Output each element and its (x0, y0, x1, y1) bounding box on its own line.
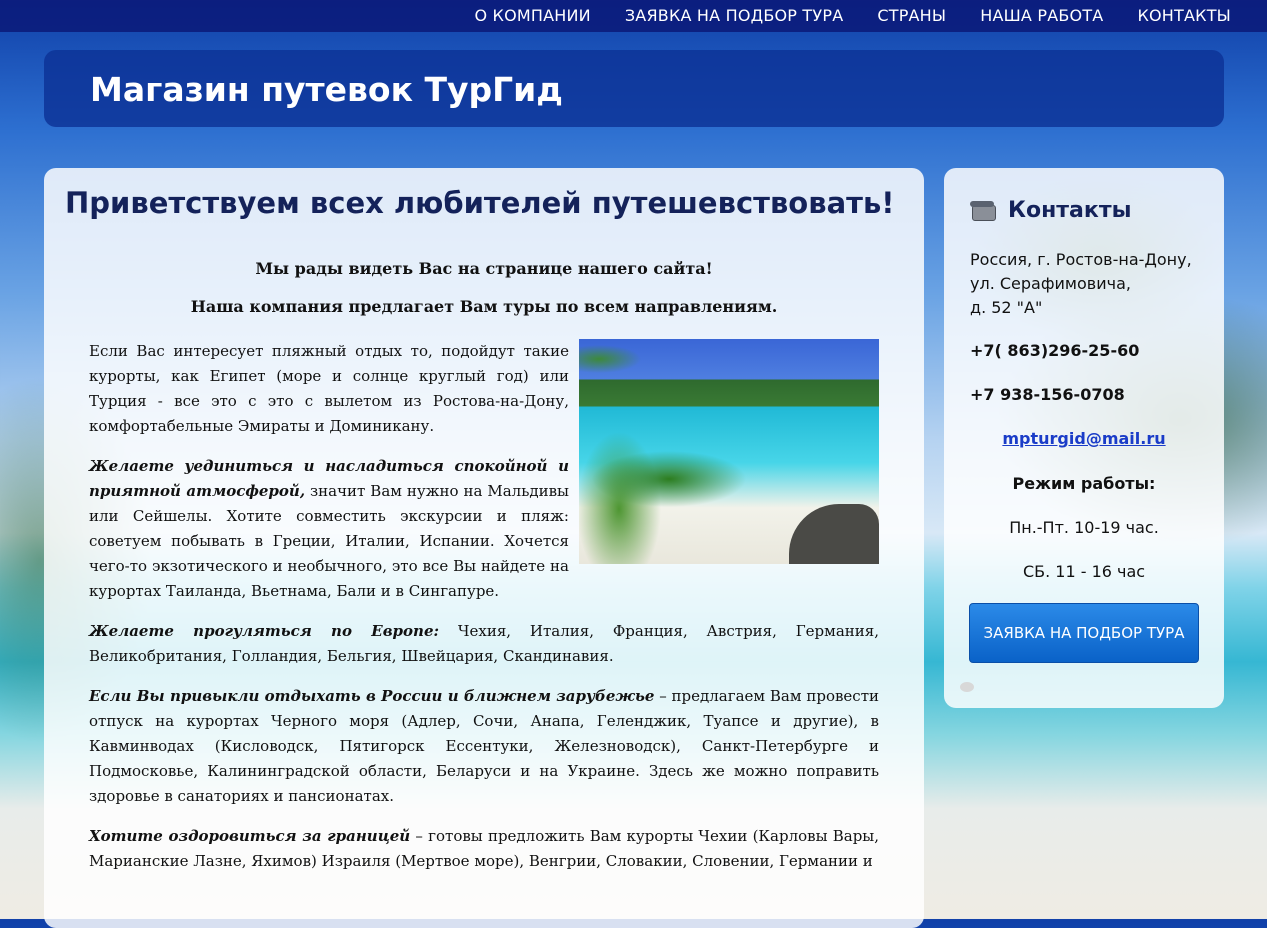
emphasis-text: Желаете прогуляться по Европе: (89, 622, 440, 640)
nav-item: СТРАНЫ (877, 0, 946, 32)
sidebar-title: Контакты (970, 198, 1131, 223)
address-line: д. 52 "А" (970, 298, 1043, 317)
nav-link-countries[interactable]: СТРАНЫ (877, 0, 946, 32)
top-navigation: О КОМПАНИИ ЗАЯВКА НА ПОДБОР ТУРА СТРАНЫ … (0, 0, 1267, 32)
decorative-dot (960, 682, 974, 692)
email-container: mpturgid@mail.ru (944, 429, 1224, 448)
main-content: Приветствуем всех любителей путешевствов… (44, 168, 924, 928)
paragraph-health: Хотите оздоровиться за границей – готовы… (89, 824, 879, 874)
address-line: ул. Серафимовича, (970, 274, 1131, 293)
nav-link-contacts[interactable]: КОНТАКТЫ (1137, 0, 1231, 32)
email-link[interactable]: mpturgid@mail.ru (1002, 429, 1165, 448)
nav-link-our-work[interactable]: НАША РАБОТА (980, 0, 1103, 32)
phone-number-1: +7( 863)296-25-60 (970, 341, 1140, 360)
rock-decoration (789, 504, 879, 564)
working-hours-title: Режим работы: (1012, 474, 1156, 493)
emphasis-text: Если Вы привыкли отдыхать в России и бли… (89, 687, 655, 705)
nav-link-about[interactable]: О КОМПАНИИ (474, 0, 590, 32)
site-header: Магазин путевок ТурГид (44, 50, 1224, 127)
sidebar-title-text: Контакты (1008, 198, 1132, 223)
working-hours-saturday: СБ. 11 - 16 час (1022, 562, 1146, 581)
article-body: Мы рады видеть Вас на странице нашего са… (89, 256, 879, 889)
nav-list: О КОМПАНИИ ЗАЯВКА НА ПОДБОР ТУРА СТРАНЫ … (440, 0, 1231, 32)
paragraph-russia: Если Вы привыкли отдыхать в России и бли… (89, 684, 879, 809)
intro-line-2: Наша компания предлагает Вам туры по все… (190, 297, 778, 316)
working-hours-weekdays: Пн.-Пт. 10-19 час. (1009, 518, 1159, 537)
beach-photo (579, 339, 879, 564)
paragraph-europe: Желаете прогуляться по Европе: Чехия, Ит… (89, 619, 879, 669)
emphasis-text: Хотите оздоровиться за границей (89, 827, 411, 845)
phone-number-2: +7 938-156-0708 (970, 385, 1125, 404)
telephone-icon (970, 200, 996, 221)
nav-item: КОНТАКТЫ (1137, 0, 1231, 32)
palm-frond-decoration (579, 379, 779, 564)
address-line: Россия, г. Ростов-на-Дону, (970, 250, 1192, 269)
nav-item: НАША РАБОТА (980, 0, 1103, 32)
address: Россия, г. Ростов-на-Дону, ул. Серафимов… (970, 248, 1210, 320)
tour-request-button[interactable]: ЗАЯВКА НА ПОДБОР ТУРА (969, 603, 1199, 663)
nav-item: О КОМПАНИИ (474, 0, 590, 32)
nav-item: ЗАЯВКА НА ПОДБОР ТУРА (625, 0, 844, 32)
intro-line-1: Мы рады видеть Вас на странице нашего са… (255, 259, 713, 278)
site-title[interactable]: Магазин путевок ТурГид (90, 70, 563, 109)
page-title: Приветствуем всех любителей путешевствов… (65, 186, 895, 220)
nav-link-tour-request[interactable]: ЗАЯВКА НА ПОДБОР ТУРА (625, 0, 844, 32)
contacts-sidebar: Контакты Россия, г. Ростов-на-Дону, ул. … (944, 168, 1224, 708)
